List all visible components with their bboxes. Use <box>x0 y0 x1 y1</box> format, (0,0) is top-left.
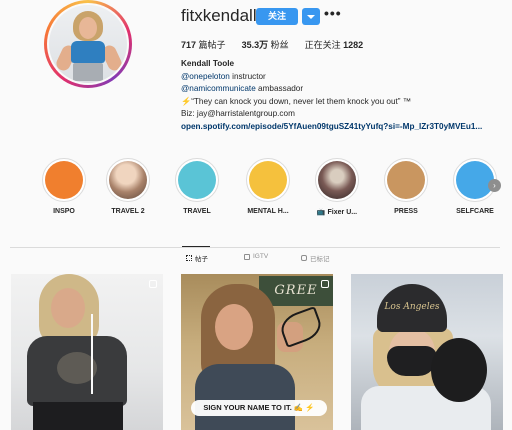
bio-external-link[interactable]: open.spotify.com/episode/5YfAuen09tguSZ4… <box>181 121 511 134</box>
post-2-caption-banner: SIGN YOUR NAME TO IT. ✍ ⚡ <box>191 400 327 416</box>
tab-igtv[interactable]: IGTV <box>244 253 268 260</box>
post-thumbnail[interactable]: GREE SIGN YOUR NAME TO IT. ✍ ⚡ <box>181 274 333 430</box>
avatar-face <box>79 17 97 39</box>
avatar-shorts <box>73 63 103 81</box>
tag-icon <box>301 255 307 261</box>
highlight-cover <box>384 158 428 202</box>
following-label: 正在关注 <box>304 40 341 50</box>
highlight-mental-health[interactable]: MENTAL H... <box>236 158 300 215</box>
tabs-divider <box>10 247 500 248</box>
post-3-beanie-text: Los Angeles <box>384 302 440 312</box>
post-2-shirt <box>195 364 295 430</box>
signature-scribble <box>277 306 325 348</box>
post-2-face <box>215 304 253 350</box>
tv-icon <box>244 253 250 260</box>
story-highlights: INSPO TRAVEL 2 TRAVEL MENTAL H... 📺 Fixe… <box>0 158 512 220</box>
highlight-cover <box>246 158 290 202</box>
chevron-down-icon <box>307 14 315 19</box>
tab-posts[interactable]: 帖子 <box>186 253 208 263</box>
post-1-pants <box>33 402 123 430</box>
highlight-label: MENTAL H... <box>247 208 289 215</box>
video-icon <box>149 280 157 288</box>
profile-bio: Kendall Toole @onepeloton instructor @na… <box>181 58 511 134</box>
bio-line-2: @namicommunicate ambassador <box>181 83 511 96</box>
active-tab-indicator <box>182 246 210 247</box>
highlight-inspo[interactable]: INSPO <box>32 158 96 215</box>
highlight-cover <box>175 158 219 202</box>
video-icon <box>321 280 329 288</box>
bio-quote: ⚡“They can knock you down, never let the… <box>181 96 411 106</box>
highlight-label: 📺 Fixer U... <box>316 209 358 216</box>
tab-igtv-label: IGTV <box>253 253 269 260</box>
highlight-label: SELFCARE <box>456 208 494 215</box>
post-thumbnail[interactable] <box>11 274 163 430</box>
bio-line-1-text: instructor <box>229 71 266 81</box>
avatar-image <box>49 5 127 83</box>
highlight-cover-fill <box>109 161 147 199</box>
highlight-travel-2[interactable]: TRAVEL 2 <box>96 158 160 215</box>
highlight-cover-fill <box>387 161 425 199</box>
highlight-travel[interactable]: TRAVEL <box>165 158 229 215</box>
post-3-mask <box>387 346 437 376</box>
grid-icon <box>186 255 192 261</box>
post-3-dog <box>431 338 487 402</box>
posts-label: 篇帖子 <box>198 40 226 50</box>
posts-count: 717 <box>181 40 197 50</box>
mention-onepeloton[interactable]: @onepeloton <box>181 72 230 81</box>
highlight-cover-fill <box>456 161 494 199</box>
highlights-next-button[interactable]: › <box>488 179 501 192</box>
bio-full-name: Kendall Toole <box>181 59 235 68</box>
highlight-cover <box>106 158 150 202</box>
post-1-face <box>51 288 85 328</box>
tab-posts-label: 帖子 <box>195 256 208 263</box>
profile-stats: 717 篇帖子 35.3万 粉丝 正在关注 1282 <box>181 38 363 51</box>
posts-stat: 717 篇帖子 <box>181 38 226 51</box>
posts-grid: GREE SIGN YOUR NAME TO IT. ✍ ⚡ Los Angel… <box>11 274 503 430</box>
highlight-press[interactable]: PRESS <box>374 158 438 215</box>
suggested-dropdown-button[interactable] <box>302 8 320 25</box>
highlight-cover-fill <box>45 161 83 199</box>
followers-count: 35.3万 <box>241 40 269 50</box>
avatar-top <box>71 41 105 63</box>
highlight-label: TRAVEL <box>183 208 211 215</box>
tab-tagged[interactable]: 已标记 <box>301 253 330 263</box>
highlight-cover <box>42 158 86 202</box>
highlight-label: PRESS <box>394 208 418 215</box>
highlight-label: INSPO <box>53 208 75 215</box>
highlight-fixer-upper[interactable]: 📺 Fixer U... <box>305 158 369 216</box>
following-stat[interactable]: 正在关注 1282 <box>305 38 364 51</box>
post-thumbnail[interactable]: Los Angeles <box>351 274 503 430</box>
follow-button[interactable]: 关注 <box>256 8 298 25</box>
mention-namicommunicate[interactable]: @namicommunicate <box>181 84 256 93</box>
highlight-cover-fill <box>178 161 216 199</box>
profile-avatar[interactable] <box>44 0 132 88</box>
avatar-border <box>47 3 129 85</box>
highlight-cover <box>315 158 359 202</box>
followers-stat[interactable]: 35.3万 粉丝 <box>242 38 289 51</box>
highlight-cover-fill <box>318 161 356 199</box>
bio-business-email: Biz: jay@harristalentgroup.com <box>181 109 295 119</box>
tab-tagged-label: 已标记 <box>310 256 330 263</box>
bio-line-2-text: ambassador <box>255 84 304 94</box>
more-options-button[interactable]: ••• <box>324 5 342 21</box>
following-count: 1282 <box>343 40 364 50</box>
followers-label: 粉丝 <box>270 40 289 50</box>
highlight-cover-fill <box>249 161 287 199</box>
post-1-cable <box>91 314 93 394</box>
highlight-label: TRAVEL 2 <box>111 208 145 215</box>
bio-line-1: @onepeloton instructor <box>181 71 511 84</box>
profile-username: fitxkendall <box>181 6 257 25</box>
